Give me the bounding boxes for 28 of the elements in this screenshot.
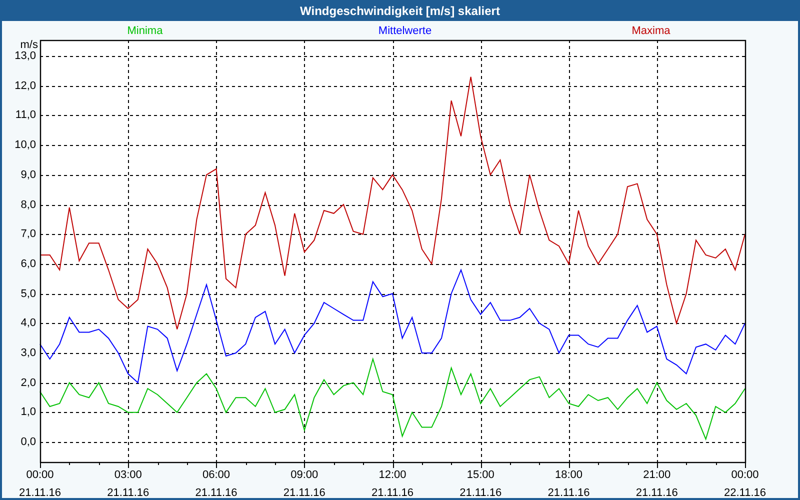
- axis-tick-label: 6,0: [20, 256, 36, 271]
- axis-tick-label: 15:00 21.11.16: [458, 468, 503, 500]
- axis-tick-label: 7,0: [20, 227, 36, 242]
- axis-tick-label: 00:00 21.11.16: [18, 468, 62, 500]
- axis-tick-label: 12:00 21.11.16: [370, 468, 414, 500]
- legend-label: Minima: [126, 24, 164, 38]
- axis-tick-label: 03:00 21.11.16: [106, 468, 150, 500]
- axis-tick-label: 11,0: [14, 108, 36, 122]
- axis-tick-label: 09:00 21.11.16: [282, 468, 326, 500]
- axis-tick-label: 4,0: [20, 316, 36, 330]
- axis-tick-label: 9,0: [20, 168, 36, 182]
- axis-tick-label: 06:00 21.11.16: [194, 468, 238, 500]
- window-title: Windgeschwindigkeit [m/s] skaliert: [300, 2, 500, 20]
- axis-tick-label: 18:00 21.11.16: [546, 468, 591, 500]
- axis-tick-label: 8,0: [20, 198, 36, 212]
- legend-label: Maxima: [630, 24, 672, 38]
- axis-tick-label: 13,0: [14, 49, 36, 64]
- axis-tick-label: 1,0: [20, 405, 36, 420]
- axis-tick-label: 10,0: [14, 138, 36, 152]
- axis-tick-label: 2,0: [20, 376, 36, 390]
- axis-tick-label: 12,0: [14, 78, 36, 93]
- axis-tick-label: 3,0: [20, 346, 36, 360]
- legend-label: Mittelwerte: [377, 24, 433, 38]
- axis-tick-label: 5,0: [20, 286, 36, 301]
- axis-unit-label: m/s: [19, 38, 38, 51]
- axis-tick-label: 21:00 21.11.16: [634, 468, 679, 500]
- axis-tick-label: 00:00 22.11.16: [722, 468, 767, 500]
- axis-tick-label: 0,0: [20, 435, 36, 450]
